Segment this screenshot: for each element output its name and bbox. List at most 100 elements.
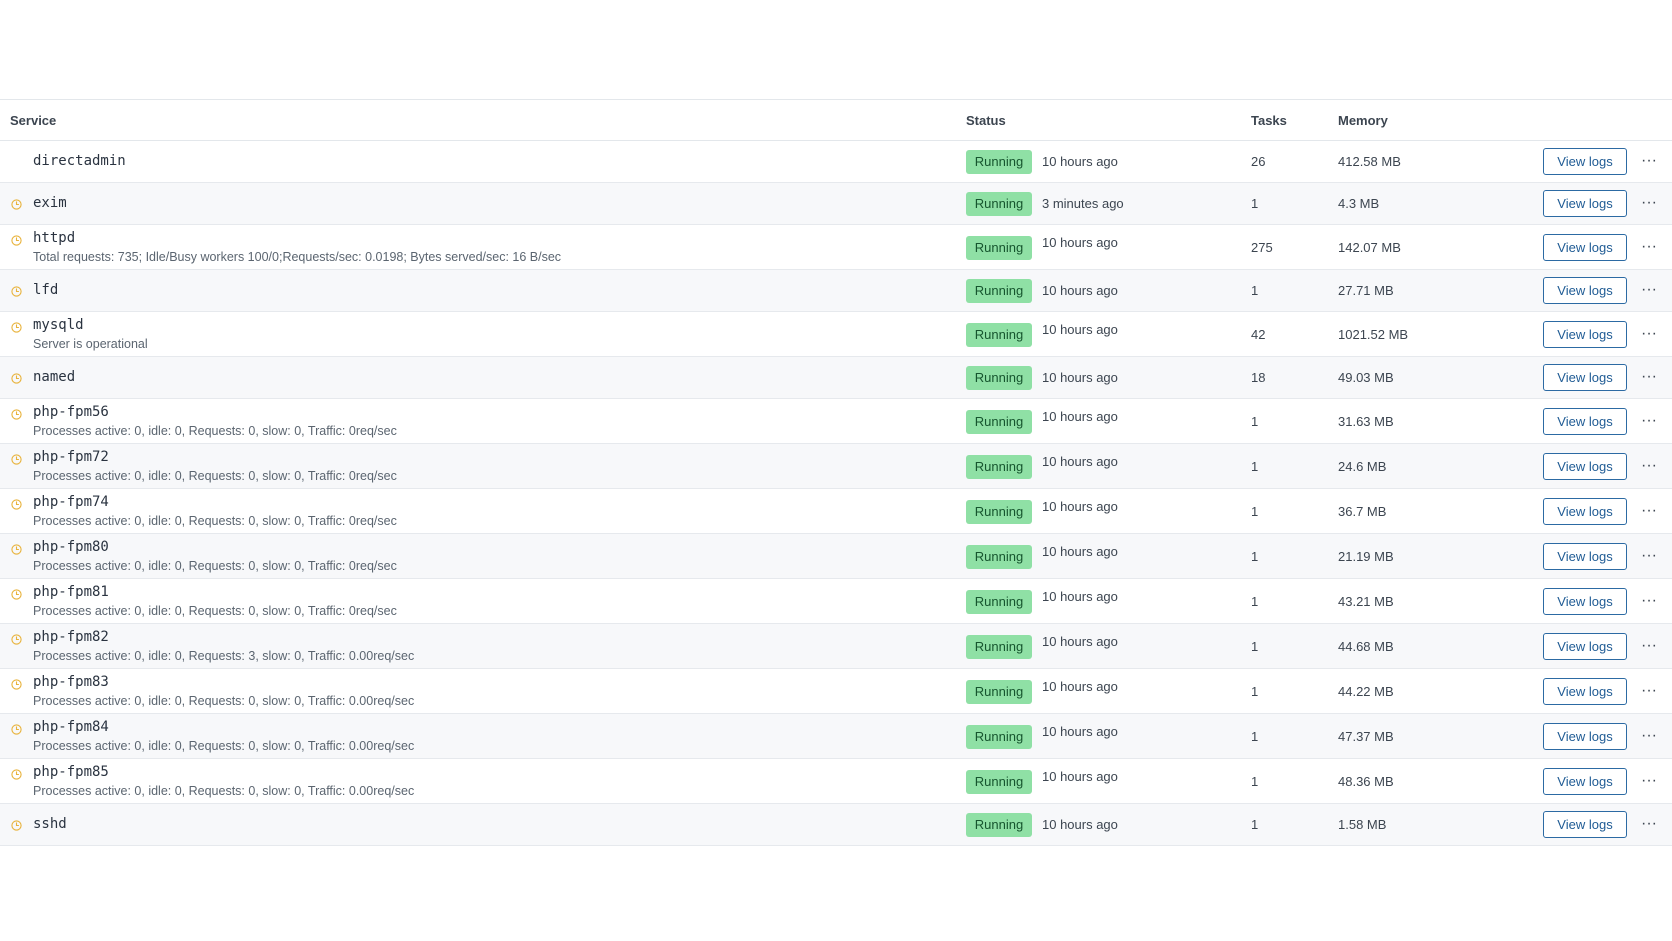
status-since: 10 hours ago	[1042, 409, 1118, 424]
service-description: Processes active: 0, idle: 0, Requests: …	[33, 469, 397, 483]
status-since: 10 hours ago	[1042, 235, 1118, 250]
service-description: Processes active: 0, idle: 0, Requests: …	[33, 784, 415, 798]
more-actions-icon[interactable]: ···	[1638, 280, 1660, 300]
table-row: php-fpm74 Processes active: 0, idle: 0, R…	[0, 489, 1672, 534]
status-badge: Running	[966, 590, 1032, 614]
view-logs-button[interactable]: View logs	[1543, 768, 1627, 795]
status-since: 10 hours ago	[1042, 634, 1118, 649]
table-row: exim Running 3 minutes ago 1 4.3 MB View logs…	[0, 183, 1672, 225]
view-logs-button[interactable]: View logs	[1543, 811, 1627, 838]
view-logs-button[interactable]: View logs	[1543, 723, 1627, 750]
service-name: php-fpm74	[33, 494, 109, 510]
column-header-service[interactable]: Service	[10, 113, 56, 128]
table-row: php-fpm80 Processes active: 0, idle: 0, R…	[0, 534, 1672, 579]
view-logs-button[interactable]: View logs	[1543, 148, 1627, 175]
tasks-count: 1	[1251, 459, 1259, 474]
service-description: Processes active: 0, idle: 0, Requests: …	[33, 424, 397, 438]
status-since: 10 hours ago	[1042, 544, 1118, 559]
view-logs-button[interactable]: View logs	[1543, 498, 1627, 525]
more-actions-icon[interactable]: ···	[1638, 771, 1660, 791]
tasks-count: 1	[1251, 729, 1259, 744]
service-name: mysqld	[33, 317, 84, 333]
more-actions-icon[interactable]: ···	[1638, 591, 1660, 611]
more-actions-icon[interactable]: ···	[1638, 636, 1660, 656]
service-name: php-fpm84	[33, 719, 109, 735]
status-since: 10 hours ago	[1042, 499, 1118, 514]
view-logs-button[interactable]: View logs	[1543, 408, 1627, 435]
service-name: php-fpm72	[33, 449, 109, 465]
clock-icon	[11, 233, 22, 246]
service-name: directadmin	[33, 153, 126, 169]
view-logs-button[interactable]: View logs	[1543, 234, 1627, 261]
service-name: php-fpm82	[33, 629, 109, 645]
memory-usage: 36.7 MB	[1338, 504, 1387, 519]
status-since: 10 hours ago	[1042, 370, 1118, 385]
memory-usage: 21.19 MB	[1338, 549, 1394, 564]
memory-usage: 31.63 MB	[1338, 414, 1394, 429]
table-row: php-fpm83 Processes active: 0, idle: 0, R…	[0, 669, 1672, 714]
tasks-count: 1	[1251, 594, 1259, 609]
more-actions-icon[interactable]: ···	[1638, 411, 1660, 431]
table-body: directadmin Running 10 hours ago 26 412.58 M…	[0, 141, 1672, 846]
clock-icon	[11, 407, 22, 420]
more-actions-icon[interactable]: ···	[1638, 814, 1660, 834]
more-actions-icon[interactable]: ···	[1638, 456, 1660, 476]
service-description: Processes active: 0, idle: 0, Requests: …	[33, 514, 397, 528]
view-logs-button[interactable]: View logs	[1543, 633, 1627, 660]
status-since: 10 hours ago	[1042, 283, 1118, 298]
status-badge: Running	[966, 192, 1032, 216]
tasks-count: 1	[1251, 504, 1259, 519]
service-name: exim	[33, 195, 67, 211]
memory-usage: 47.37 MB	[1338, 729, 1394, 744]
clock-icon	[11, 542, 22, 555]
column-header-memory[interactable]: Memory	[1338, 113, 1388, 128]
memory-usage: 44.68 MB	[1338, 639, 1394, 654]
view-logs-button[interactable]: View logs	[1543, 277, 1627, 304]
view-logs-button[interactable]: View logs	[1543, 588, 1627, 615]
status-since: 10 hours ago	[1042, 154, 1118, 169]
clock-icon	[11, 767, 22, 780]
more-actions-icon[interactable]: ···	[1638, 546, 1660, 566]
service-description: Processes active: 0, idle: 0, Requests: …	[33, 694, 415, 708]
status-badge: Running	[966, 410, 1032, 434]
clock-icon	[11, 677, 22, 690]
view-logs-button[interactable]: View logs	[1543, 453, 1627, 480]
view-logs-button[interactable]: View logs	[1543, 190, 1627, 217]
status-since: 10 hours ago	[1042, 322, 1118, 337]
view-logs-button[interactable]: View logs	[1543, 321, 1627, 348]
service-description: Processes active: 0, idle: 0, Requests: …	[33, 604, 397, 618]
tasks-count: 1	[1251, 774, 1259, 789]
service-name: httpd	[33, 230, 76, 246]
more-actions-icon[interactable]: ···	[1638, 726, 1660, 746]
tasks-count: 1	[1251, 196, 1259, 211]
status-badge: Running	[966, 455, 1032, 479]
more-actions-icon[interactable]: ···	[1638, 237, 1660, 257]
clock-icon	[11, 497, 22, 510]
more-actions-icon[interactable]: ···	[1638, 193, 1660, 213]
tasks-count: 1	[1251, 414, 1259, 429]
view-logs-button[interactable]: View logs	[1543, 364, 1627, 391]
services-table: Service Status Tasks Memory directadmin R…	[0, 99, 1672, 846]
more-actions-icon[interactable]: ···	[1638, 501, 1660, 521]
column-header-status[interactable]: Status	[966, 113, 1006, 128]
clock-icon	[11, 632, 22, 645]
view-logs-button[interactable]: View logs	[1543, 678, 1627, 705]
status-badge: Running	[966, 770, 1032, 794]
table-row: php-fpm82 Processes active: 0, idle: 0, R…	[0, 624, 1672, 669]
more-actions-icon[interactable]: ···	[1638, 681, 1660, 701]
clock-icon	[11, 452, 22, 465]
more-actions-icon[interactable]: ···	[1638, 324, 1660, 344]
column-header-tasks[interactable]: Tasks	[1251, 113, 1287, 128]
table-row: sshd Running 10 hours ago 1 1.58 MB View logs…	[0, 804, 1672, 846]
view-logs-button[interactable]: View logs	[1543, 543, 1627, 570]
table-row: php-fpm81 Processes active: 0, idle: 0, R…	[0, 579, 1672, 624]
more-actions-icon[interactable]: ···	[1638, 367, 1660, 387]
service-name: lfd	[33, 282, 59, 298]
table-row: lfd Running 10 hours ago 1 27.71 MB View logs…	[0, 270, 1672, 312]
table-row: php-fpm84 Processes active: 0, idle: 0, R…	[0, 714, 1672, 759]
more-actions-icon[interactable]: ···	[1638, 151, 1660, 171]
table-row: httpd Total requests: 735; Idle/Busy work…	[0, 225, 1672, 270]
tasks-count: 1	[1251, 283, 1259, 298]
memory-usage: 412.58 MB	[1338, 154, 1401, 169]
status-since: 10 hours ago	[1042, 769, 1118, 784]
